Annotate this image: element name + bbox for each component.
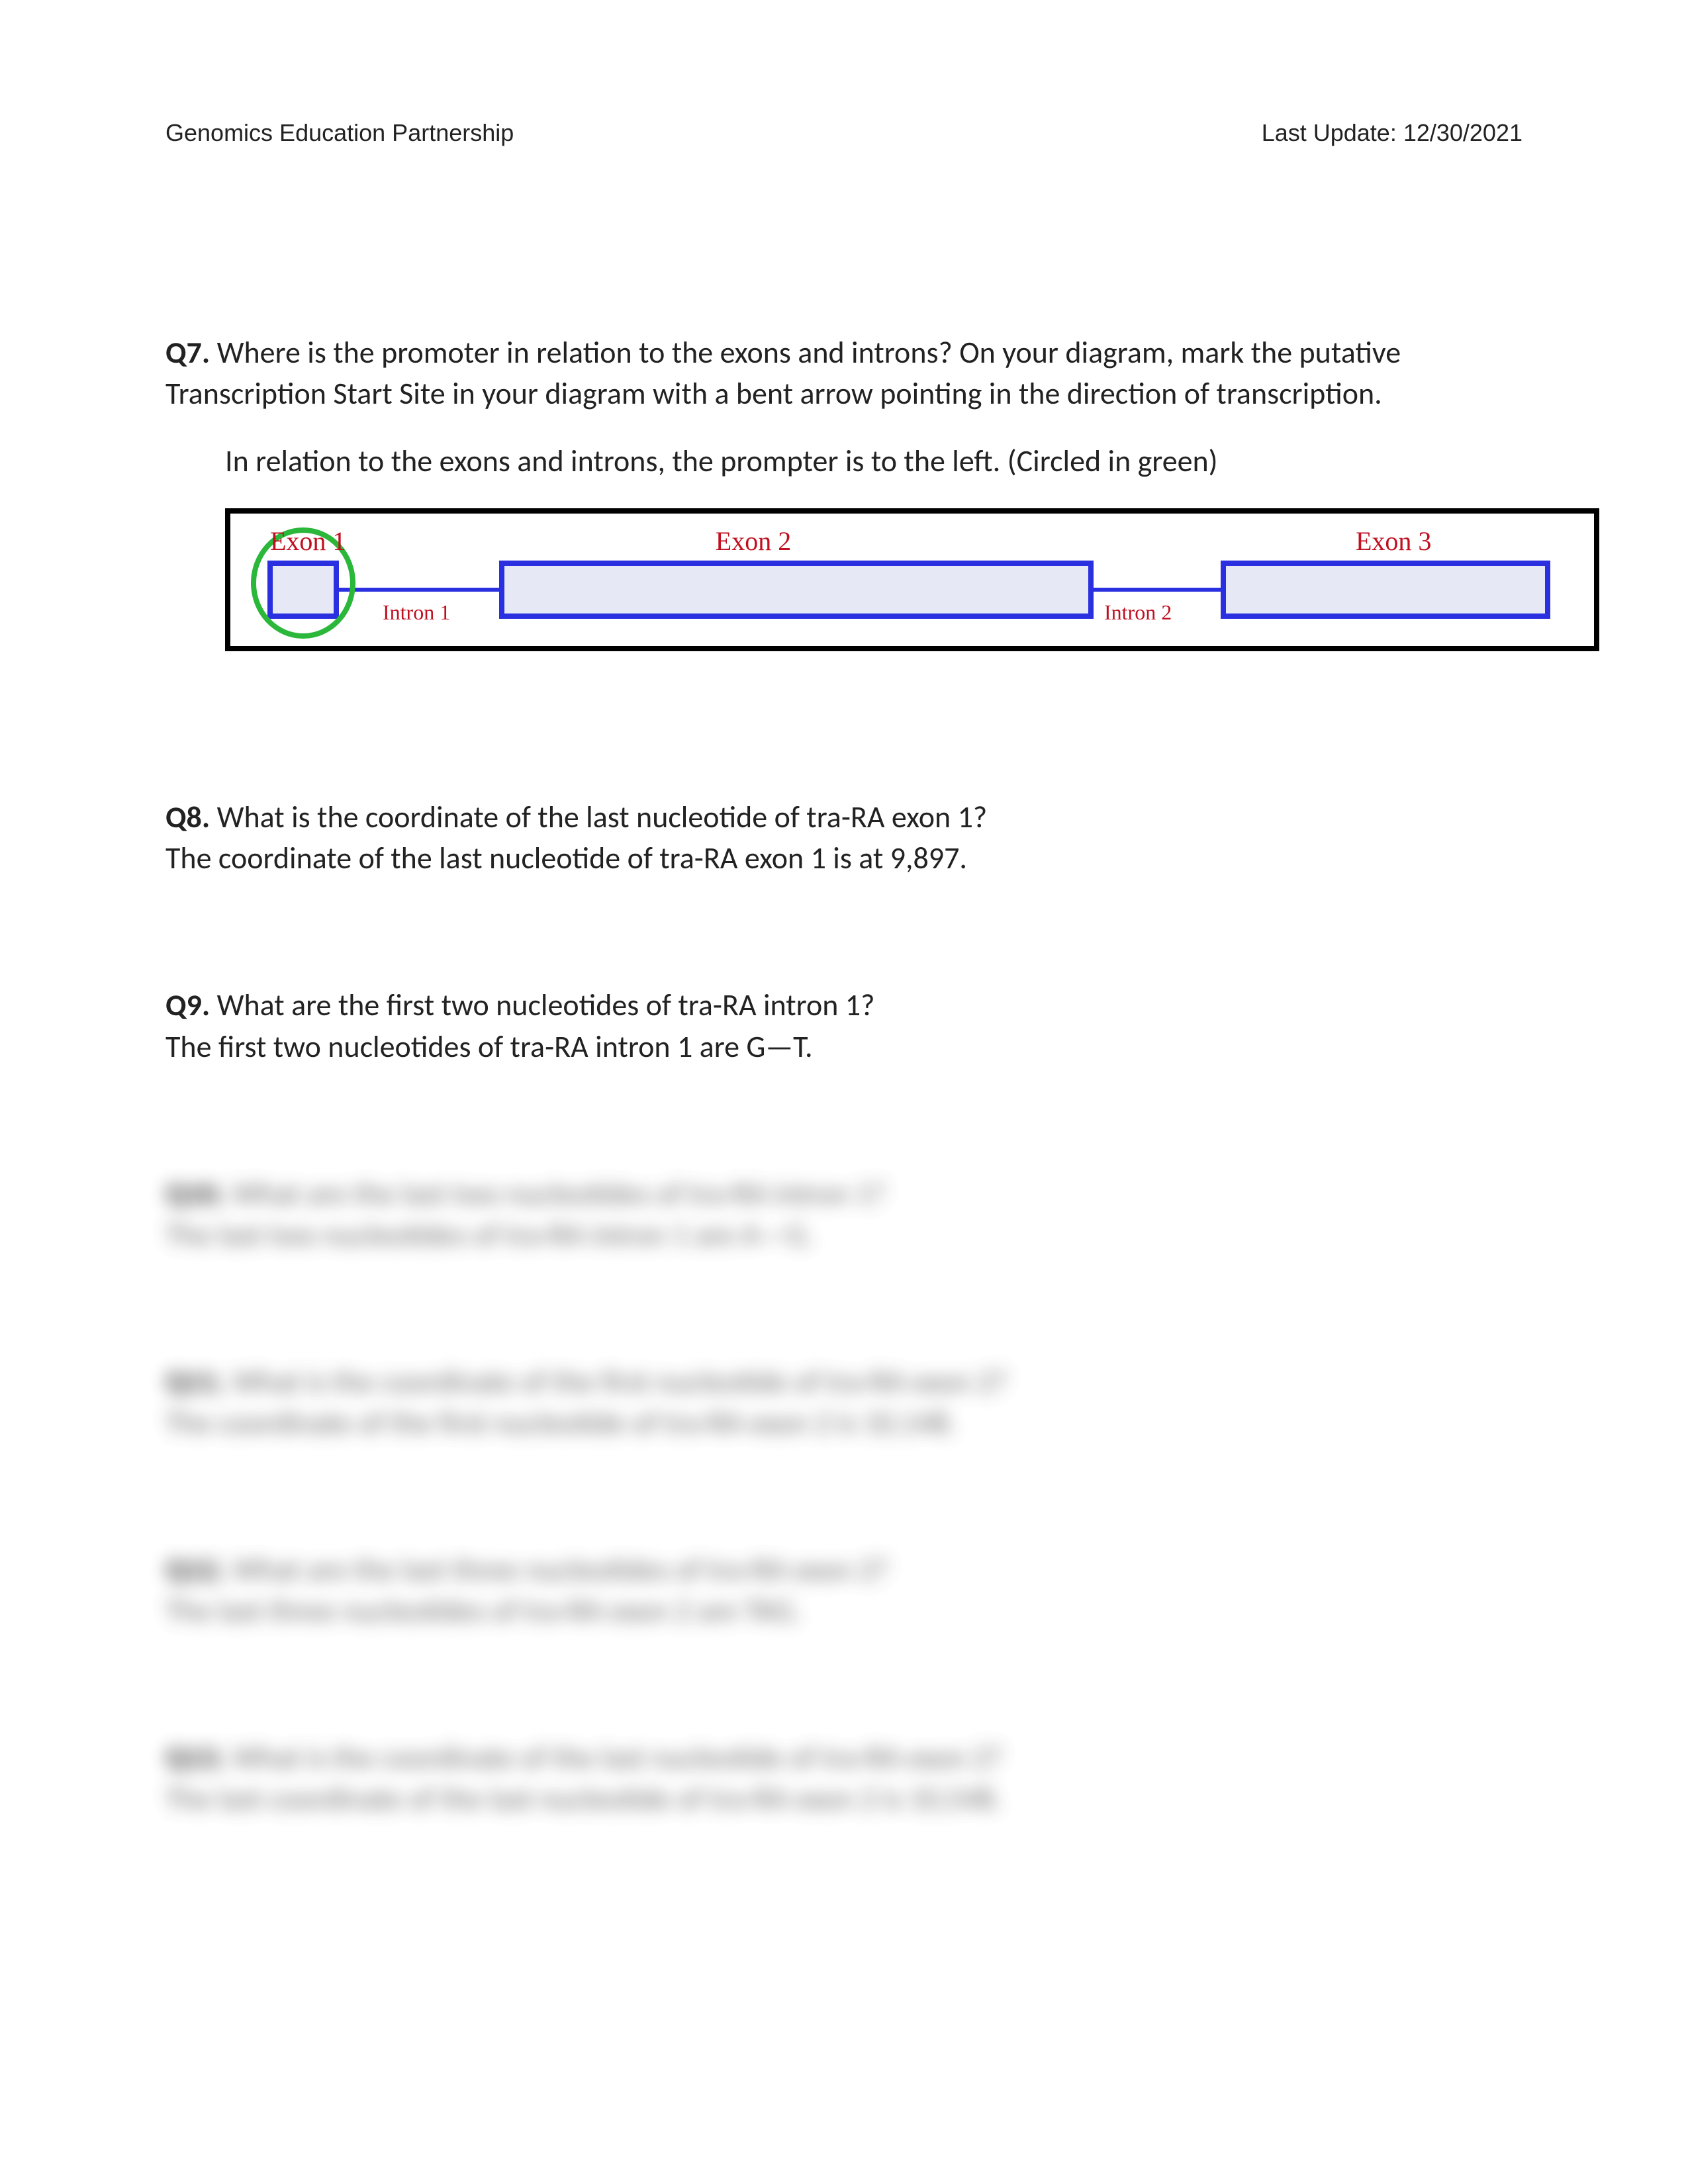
q8-label: Q8. <box>165 799 210 836</box>
q11-question: What is the coordinate of the first nucl… <box>232 1363 1008 1400</box>
exon-2-box <box>502 563 1091 616</box>
q9-question: What are the first two nucleotides of tr… <box>217 987 875 1024</box>
question-q8: Q8. What is the coordinate of the last n… <box>165 797 1523 879</box>
exon-1-label: Exon 1 <box>270 526 346 556</box>
intron-1-label: Intron 1 <box>383 600 450 624</box>
q9-label: Q9. <box>165 987 210 1024</box>
gene-diagram: Exon 1 Exon 2 Exon 3 Intron 1 Intron 2 <box>225 508 1599 651</box>
q13-question: What is the coordinate of the last nucle… <box>232 1739 1003 1776</box>
question-q10: Q10. What are the last two nucleotides o… <box>165 1173 1523 1255</box>
q10-question: What are the last two nucleotides of tra… <box>232 1175 886 1212</box>
header-right: Last Update: 12/30/2021 <box>1262 119 1523 147</box>
q10-answer: The last two nucleotides of tra-RA intro… <box>165 1216 814 1253</box>
question-q9: Q9. What are the first two nucleotides o… <box>165 985 1523 1067</box>
q8-answer: The coordinate of the last nucleotide of… <box>165 840 967 877</box>
q12-question: What are the last three nucleotides of t… <box>232 1551 888 1588</box>
q9-answer: The first two nucleotides of tra-RA intr… <box>165 1028 813 1066</box>
gene-diagram-svg: Exon 1 Exon 2 Exon 3 Intron 1 Intron 2 <box>230 514 1594 646</box>
header-left: Genomics Education Partnership <box>165 119 514 147</box>
q13-answer: The last coordinate of the last nucleoti… <box>165 1780 1002 1817</box>
question-q13: Q13. What is the coordinate of the last … <box>165 1737 1523 1819</box>
q8-question: What is the coordinate of the last nucle… <box>217 799 988 836</box>
page-header: Genomics Education Partnership Last Upda… <box>165 119 1523 147</box>
exon-3-box <box>1223 563 1548 616</box>
exon-2-label: Exon 2 <box>716 526 791 556</box>
question-q7: Q7. Where is the promoter in relation to… <box>165 332 1523 414</box>
question-q12: Q12. What are the last three nucleotides… <box>165 1549 1523 1631</box>
q7-question: Where is the promoter in relation to the… <box>165 334 1401 412</box>
question-q11: Q11. What is the coordinate of the first… <box>165 1361 1523 1443</box>
q11-answer: The coordinate of the first nucleotide o… <box>165 1404 956 1441</box>
q10-label: Q10. <box>165 1175 225 1212</box>
exon-3-label: Exon 3 <box>1356 526 1431 556</box>
q13-label: Q13. <box>165 1739 225 1776</box>
q12-answer: The last three nucleotides of tra-RA exo… <box>165 1592 802 1629</box>
q12-label: Q12. <box>165 1551 225 1588</box>
q11-label: Q11. <box>165 1363 225 1400</box>
exon-1-box <box>270 563 336 616</box>
q7-label: Q7. <box>165 334 210 371</box>
document-page: Genomics Education Partnership Last Upda… <box>0 0 1688 2184</box>
intron-2-label: Intron 2 <box>1104 600 1172 624</box>
q7-answer: In relation to the exons and introns, th… <box>225 441 1523 482</box>
